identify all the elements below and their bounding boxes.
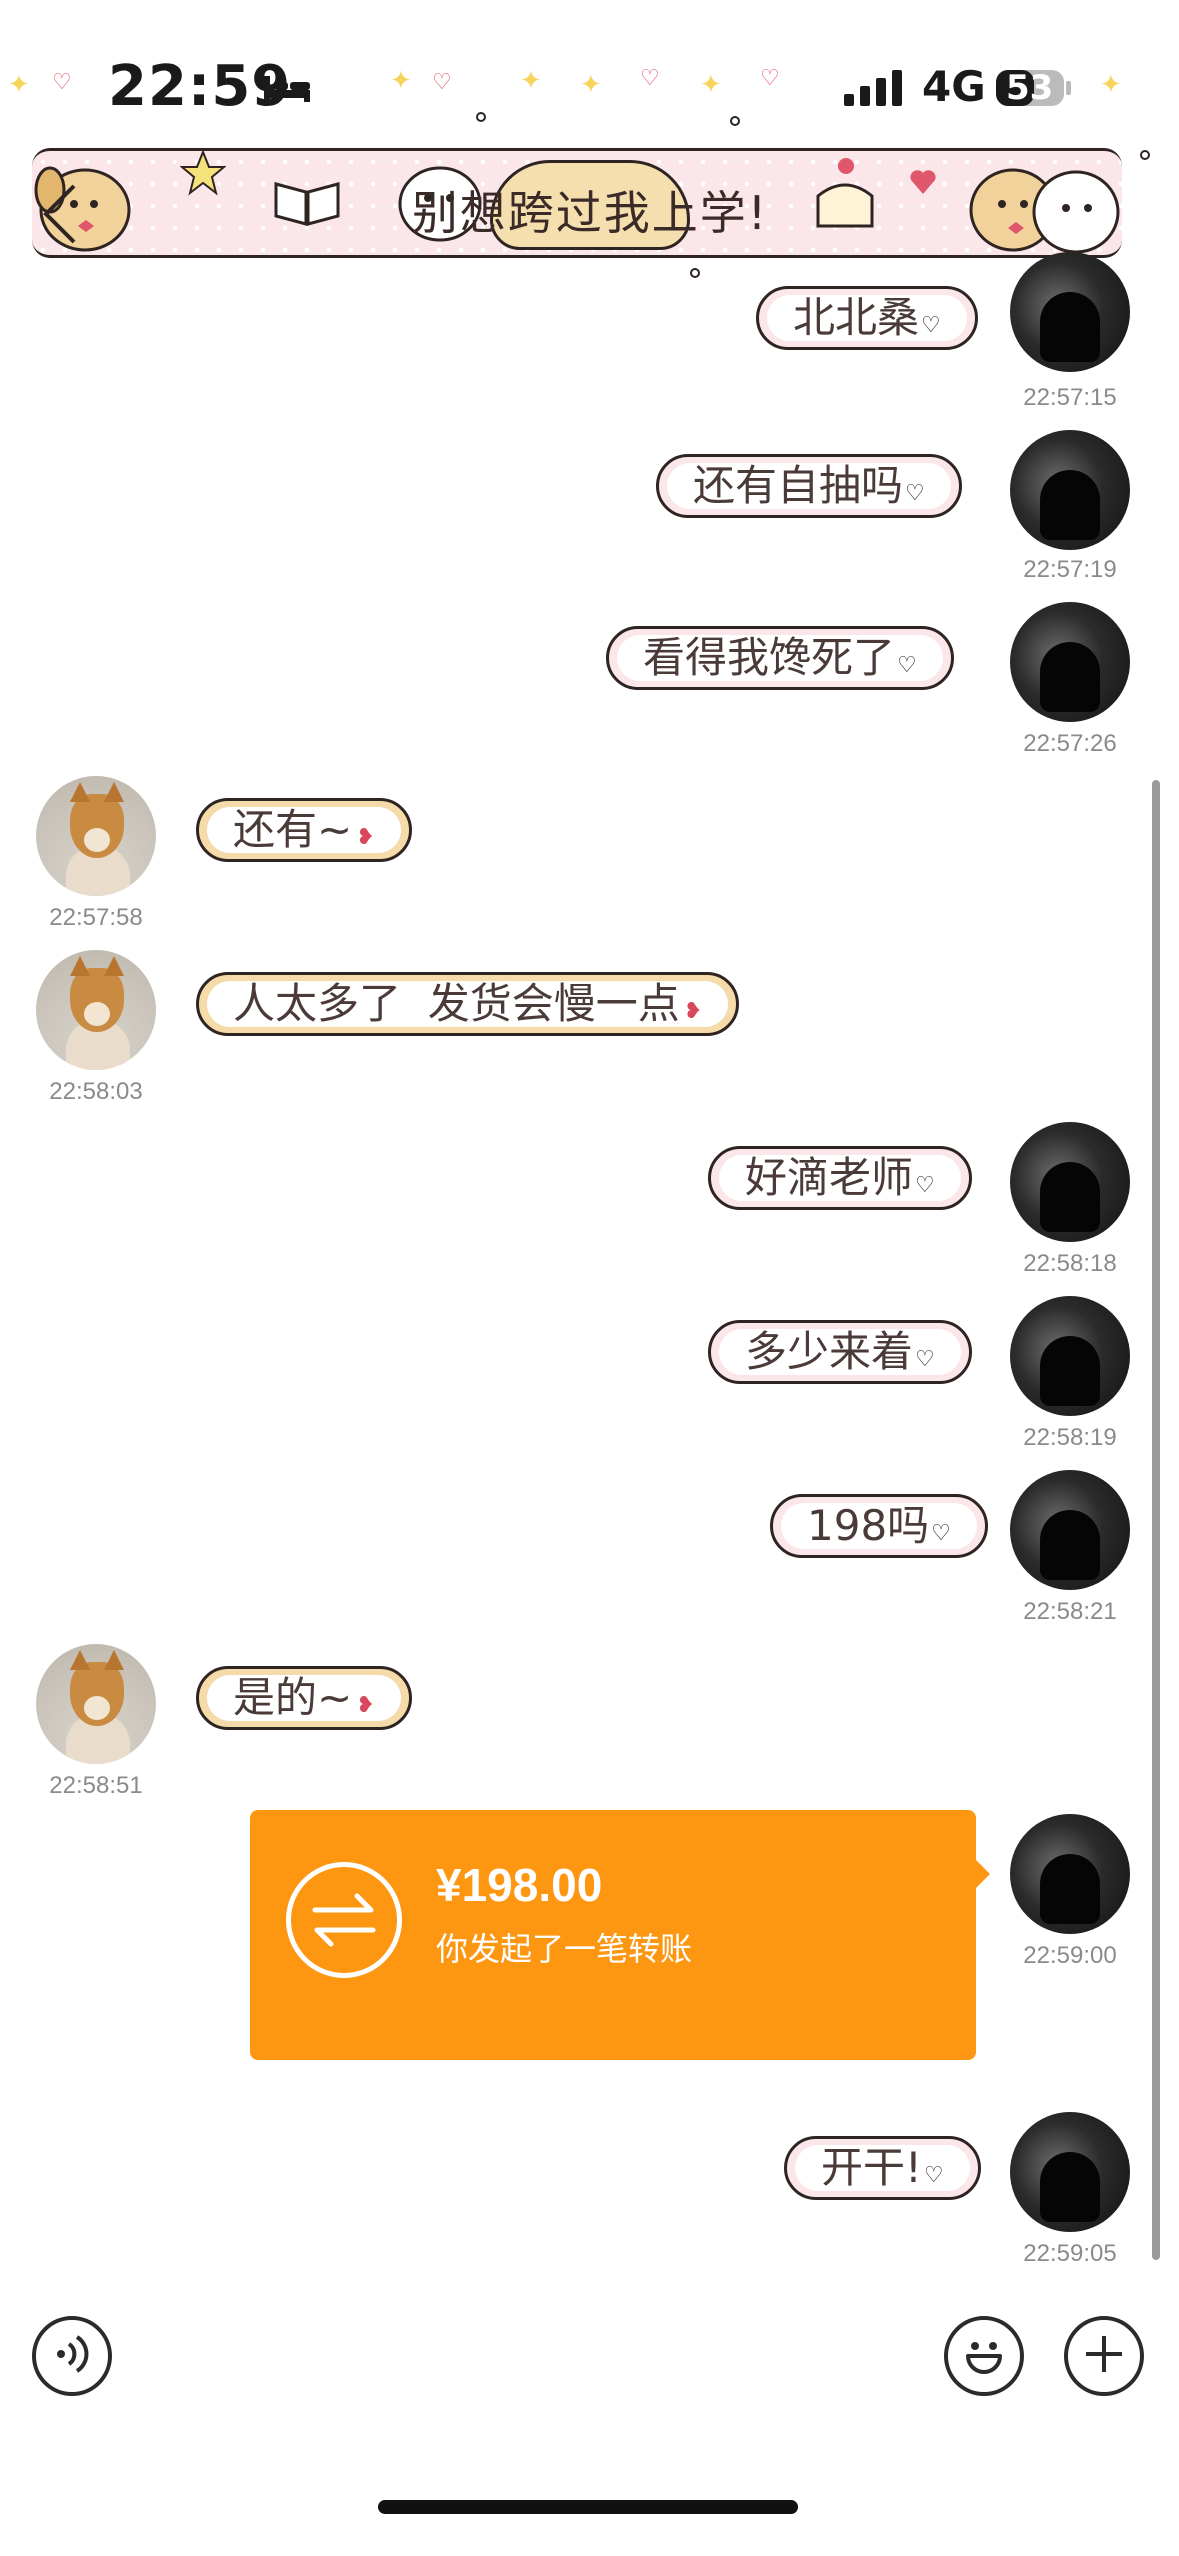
my-avatar[interactable] [1010, 602, 1130, 722]
network-type: 4G [922, 62, 986, 111]
my-avatar[interactable] [1010, 1122, 1130, 1242]
message-bubble[interactable]: 北北桑♡ [756, 286, 978, 350]
message-time: 22:57:15 [1023, 384, 1117, 411]
scrollbar[interactable] [1152, 780, 1160, 2260]
battery-level: 53 [1006, 68, 1054, 108]
message-bubble[interactable]: 人太多了 发货会慢一点 ❥ [196, 972, 740, 1036]
dot-decoration [690, 268, 700, 278]
message-time: 22:57:26 [1023, 730, 1117, 757]
message-bubble[interactable]: 好滴老师♡ [708, 1146, 972, 1210]
my-avatar[interactable] [1010, 430, 1130, 550]
dog-pair-sticker [958, 150, 1128, 264]
message-time: 22:58:51 [49, 1772, 143, 1799]
message-bubble[interactable]: 198吗♡ [770, 1494, 988, 1558]
message-time: 22:58:21 [1023, 1598, 1117, 1625]
message-time: 22:58:18 [1023, 1250, 1117, 1277]
message-bubble[interactable]: 多少来着♡ [708, 1320, 972, 1384]
message-bubble[interactable]: 还有自抽吗♡ [656, 454, 962, 518]
sleep-focus-icon [262, 70, 312, 110]
chat-header: ✦ ♡ ✦ ♡ ✦ ✦ ♡ ✦ ♡ ✦ 22:59 4G 53 别想跨过我上学! [0, 0, 1179, 290]
chevron-left-icon [40, 182, 80, 250]
transfer-arrows-icon [286, 1862, 402, 1978]
my-avatar[interactable] [1010, 1296, 1130, 1416]
transfer-amount: ¥198.00 [436, 1859, 603, 1911]
message-time: 22:59:00 [1023, 1942, 1117, 1969]
my-avatar[interactable] [1010, 252, 1130, 372]
message-time: 22:58:19 [1023, 1424, 1117, 1451]
message-time: 22:57:19 [1023, 556, 1117, 583]
contact-avatar[interactable] [36, 950, 156, 1070]
message-time: 22:59:05 [1023, 2240, 1117, 2267]
back-button[interactable] [30, 176, 90, 256]
message-bubble[interactable]: 看得我馋死了♡ [606, 626, 954, 690]
my-avatar[interactable] [1010, 1470, 1130, 1590]
cellular-signal-icon [842, 68, 906, 112]
transfer-description: 你发起了一笔转账 [436, 1930, 693, 1968]
emoji-icon [956, 2326, 1012, 2386]
my-avatar[interactable] [1010, 2112, 1130, 2232]
heart-sticker-icon [908, 168, 938, 200]
message-bubble[interactable]: 还有~ ❥ [196, 798, 412, 862]
emoji-button[interactable] [944, 2316, 1024, 2396]
status-bar: 22:59 4G 53 [0, 48, 1179, 128]
message-time: 22:58:03 [49, 1078, 143, 1105]
plus-icon [1080, 2330, 1128, 2382]
contact-avatar[interactable] [36, 1644, 156, 1764]
my-avatar[interactable] [1010, 1814, 1130, 1934]
chat-title-plaque[interactable]: 别想跨过我上学! [330, 160, 850, 260]
message-time: 22:57:58 [49, 904, 143, 931]
page-title: 别想跨过我上学! [411, 186, 769, 240]
contact-avatar[interactable] [36, 776, 156, 896]
message-bubble[interactable]: 开干!♡ [784, 2136, 981, 2200]
transfer-card[interactable]: ¥198.00 你发起了一笔转账 [250, 1810, 990, 2060]
star-sticker-icon [179, 149, 227, 200]
voice-button[interactable] [32, 2316, 112, 2396]
message-bubble[interactable]: 是的~ ❥ [196, 1666, 412, 1730]
home-indicator[interactable] [378, 2500, 798, 2514]
add-button[interactable] [1064, 2316, 1144, 2396]
dot-decoration [1140, 150, 1150, 160]
voice-icon [49, 2331, 95, 2381]
scrollbar-thumb[interactable] [1152, 780, 1160, 2260]
